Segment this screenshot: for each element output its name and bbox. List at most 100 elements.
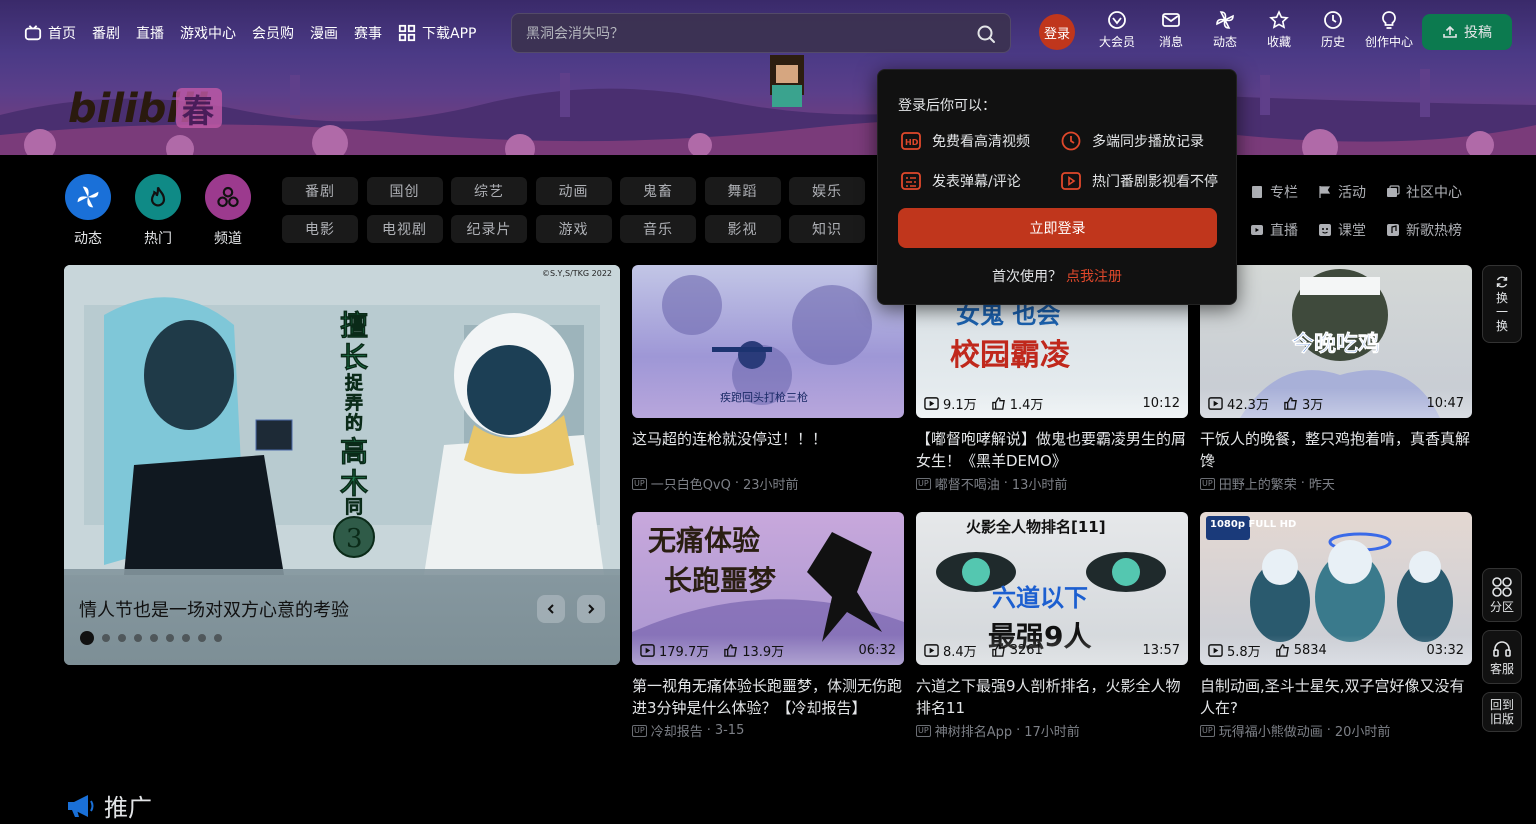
partition-button[interactable]: 分区 (1482, 568, 1522, 622)
nav-shop[interactable]: 会员购 (252, 23, 294, 43)
refresh-button[interactable]: 换一换 (1482, 265, 1522, 343)
category-knowledge[interactable]: 知识 (789, 215, 865, 243)
login-now-button[interactable]: 立即登录 (898, 208, 1217, 248)
link-column[interactable]: 专栏 (1250, 182, 1298, 202)
nav-dynamic[interactable]: 动态 (1198, 10, 1252, 50)
nav-creator-center-label: 创作中心 (1364, 35, 1413, 49)
bilibili-logo[interactable]: bilibili 春 (66, 80, 226, 134)
link-live[interactable]: 直播 (1250, 220, 1298, 240)
quick-entry-channel[interactable]: 频道 (204, 174, 252, 248)
carousel-caption[interactable]: 情人节也是一场对双方心意的考验 (79, 596, 349, 622)
link-new-songs[interactable]: 新歌热榜 (1386, 220, 1462, 240)
nav-vip[interactable]: 大会员 (1090, 10, 1144, 50)
video-title[interactable]: 干饭人的晚餐，整只鸡抱着啃，真香真解馋 (1200, 428, 1472, 472)
video-author[interactable]: 玩得福小熊做动画 (1219, 721, 1323, 740)
link-community[interactable]: 社区中心 (1386, 182, 1462, 202)
carousel-dot[interactable] (198, 634, 206, 642)
carousel-dot[interactable] (134, 634, 142, 642)
carousel-prev-button[interactable] (537, 595, 565, 623)
nav-messages[interactable]: 消息 (1144, 10, 1198, 50)
video-duration: 13:57 (1142, 642, 1180, 658)
category-animation[interactable]: 动画 (535, 177, 612, 205)
quick-entry-dynamic[interactable]: 动态 (64, 174, 112, 248)
carousel-dot[interactable] (150, 634, 158, 642)
category-variety[interactable]: 综艺 (451, 177, 527, 205)
nav-esports-label: 赛事 (354, 26, 382, 42)
nav-game-center[interactable]: 游戏中心 (180, 23, 236, 43)
category-documentary[interactable]: 纪录片 (451, 215, 527, 243)
customer-service-button[interactable]: 客服 (1482, 630, 1522, 684)
category-film-tv[interactable]: 影视 (704, 215, 781, 243)
nav-live[interactable]: 直播 (136, 23, 164, 43)
search-icon[interactable] (976, 24, 996, 44)
play-count-icon (1208, 396, 1223, 410)
login-avatar-button[interactable]: 登录 (1039, 14, 1075, 50)
video-thumbnail[interactable]: 火影全人物排名[11] 六道以下 最强9人 8.4万 3261 13:57 (916, 512, 1188, 665)
like-icon (991, 643, 1005, 657)
video-card[interactable]: 今晚吃鸡 42.3万 3万 10:47 干饭人的晚餐，整只鸡抱着啃，真香真解馋 … (1200, 265, 1472, 493)
category-entertainment[interactable]: 娱乐 (789, 177, 865, 205)
search-input[interactable] (526, 23, 966, 45)
video-card[interactable]: 火影全人物排名[11] 六道以下 最强9人 8.4万 3261 13:57 六道… (916, 512, 1188, 740)
video-stats: 179.7万 13.9万 06:32 (632, 635, 904, 665)
vip-icon (1108, 11, 1126, 29)
signup-link[interactable]: 点我注册 (1066, 269, 1122, 285)
old-version-button[interactable]: 回到旧版 (1482, 692, 1522, 732)
video-title[interactable]: 第一视角无痛体验长跑噩梦，体测无伤跑进3分钟是什么体验？【冷却报告】 (632, 675, 904, 719)
video-thumbnail[interactable]: 1080p FULL HD 5.8万 5834 03:32 (1200, 512, 1472, 665)
upload-button[interactable]: 投稿 (1422, 14, 1512, 50)
category-dance[interactable]: 舞蹈 (704, 177, 781, 205)
carousel-dot[interactable] (182, 634, 190, 642)
nav-esports[interactable]: 赛事 (354, 23, 382, 43)
carousel-dot[interactable] (102, 634, 110, 642)
video-thumbnail[interactable]: 今晚吃鸡 42.3万 3万 10:47 (1200, 265, 1472, 418)
nav-creator-center[interactable]: 创作中心 (1360, 10, 1418, 50)
nav-anime-label: 番剧 (92, 26, 120, 42)
thumbnail-text-line2: 长跑噩梦 (664, 564, 777, 597)
carousel-next-button[interactable] (577, 595, 605, 623)
carousel-dot[interactable] (214, 634, 222, 642)
link-classroom[interactable]: 课堂 (1318, 220, 1366, 240)
video-card[interactable]: 无痛体验 长跑噩梦 179.7万 13.9万 06:32 第一视角无痛体验长跑噩… (632, 512, 904, 740)
nav-anime[interactable]: 番剧 (92, 23, 120, 43)
video-author[interactable]: 嘟督不喝油 (935, 474, 1000, 493)
category-kichiku[interactable]: 鬼畜 (620, 177, 696, 205)
link-activity[interactable]: 活动 (1318, 182, 1366, 202)
category-music[interactable]: 音乐 (620, 215, 696, 243)
top-nav-right: 大会员 消息 动态 收藏 历史 创作中心 (1090, 10, 1418, 50)
carousel-dot[interactable] (80, 631, 94, 645)
category-game[interactable]: 游戏 (535, 215, 612, 243)
video-title[interactable]: 这马超的连枪就没停过！！！ (632, 428, 904, 472)
quick-entry-hot[interactable]: 热门 (134, 174, 182, 248)
thumbnail-text-line1: 女鬼 也会 (956, 301, 1060, 329)
video-author[interactable]: 神树排名App (935, 721, 1012, 740)
video-stats: 5.8万 5834 03:32 (1200, 635, 1472, 665)
video-card[interactable]: 1080p FULL HD 5.8万 5834 03:32 自制动画,圣斗士星矢… (1200, 512, 1472, 740)
video-title[interactable]: 自制动画,圣斗士星矢,双子宫好像又没有人在? (1200, 675, 1472, 719)
hero-carousel[interactable]: 擅 长 捉 弄 的 高 木 同 学 3 ©S.Y,S/TKG 2022 情人节也… (64, 265, 620, 665)
carousel-dot[interactable] (166, 634, 174, 642)
svg-text:长: 长 (340, 341, 368, 374)
nav-live-label: 直播 (136, 26, 164, 42)
video-card[interactable]: 疾跑回头打枪三枪 这马超的连枪就没停过！！！ UP 一只白色QvQ · 23小时… (632, 265, 904, 493)
video-thumbnail[interactable]: 疾跑回头打枪三枪 (632, 265, 904, 418)
video-thumbnail[interactable]: 无痛体验 长跑噩梦 179.7万 13.9万 06:32 (632, 512, 904, 665)
video-title[interactable]: 六道之下最强9人剖析排名，火影全人物排名11 (916, 675, 1188, 719)
video-title[interactable]: 【嘟督咆哮解说】做鬼也要霸凌男生的屑女生！《黑羊DEMO》 (916, 428, 1188, 472)
category-tv-drama[interactable]: 电视剧 (366, 215, 443, 243)
category-movie[interactable]: 电影 (282, 215, 358, 243)
nav-favorites[interactable]: 收藏 (1252, 10, 1306, 50)
nav-history-label: 历史 (1320, 35, 1345, 49)
video-author[interactable]: 田野上的繁荣 (1219, 474, 1297, 493)
carousel-dot[interactable] (118, 634, 126, 642)
video-author[interactable]: 一只白色QvQ (651, 474, 731, 493)
nav-history[interactable]: 历史 (1306, 10, 1360, 50)
category-anime[interactable]: 番剧 (282, 177, 358, 205)
live-icon (1251, 225, 1263, 235)
video-author[interactable]: 冷却报告 (651, 721, 703, 740)
category-guochuang[interactable]: 国创 (366, 177, 443, 205)
nav-manga[interactable]: 漫画 (310, 23, 338, 43)
nav-home[interactable]: 首页 (24, 23, 76, 43)
nav-download-app[interactable]: 下载APP (398, 23, 476, 43)
play-count-icon (924, 396, 939, 410)
